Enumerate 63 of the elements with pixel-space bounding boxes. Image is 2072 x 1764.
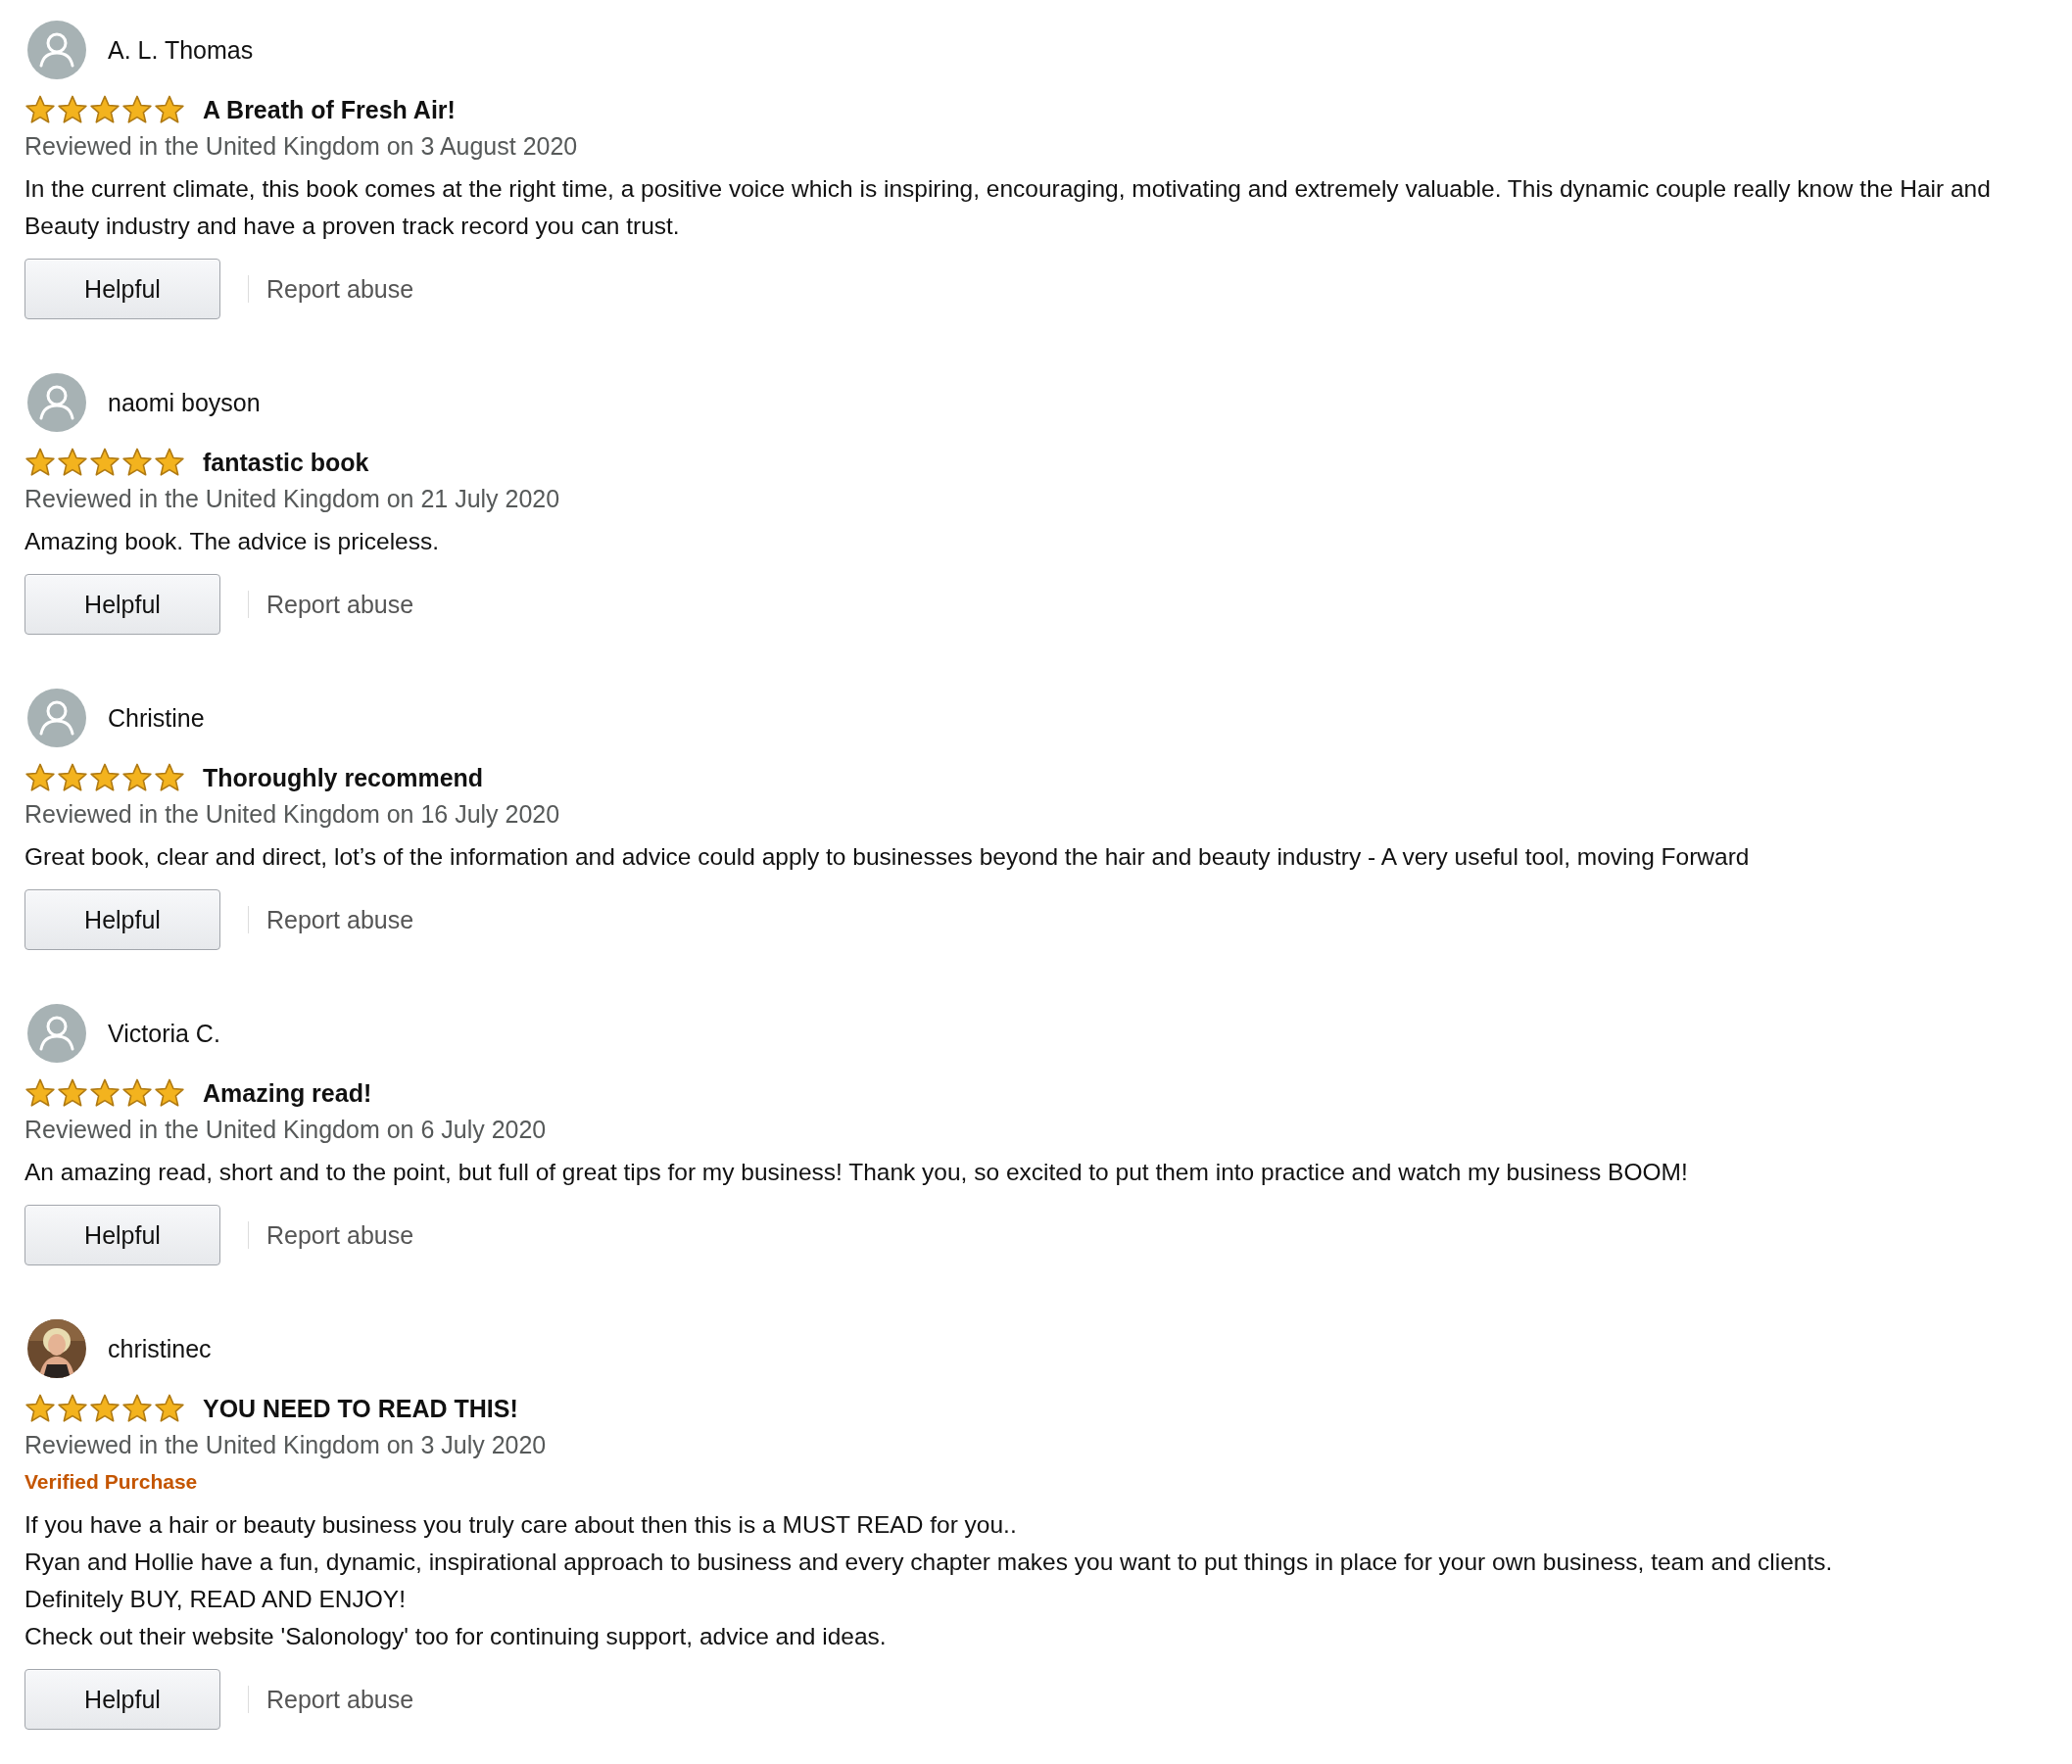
helpful-button[interactable]: Helpful [24, 259, 220, 319]
review-date: Reviewed in the United Kingdom on 21 July 2020 [24, 484, 561, 514]
author-name[interactable]: christinec [108, 1334, 212, 1363]
star-icon [24, 1077, 56, 1109]
review-text: Amazing book. The advice is priceless. [24, 527, 441, 556]
star-icon [24, 447, 56, 478]
helpful-button[interactable]: Helpful [24, 1669, 220, 1730]
star-icon [89, 762, 120, 793]
star-icon [154, 447, 185, 478]
star-icon [57, 447, 88, 478]
star-icon [57, 94, 88, 125]
author-name[interactable]: A. L. Thomas [108, 35, 254, 65]
avatar-icon [27, 21, 86, 79]
star-icon [89, 447, 120, 478]
avatar-icon [27, 689, 86, 747]
verified-purchase-label: Verified Purchase [24, 1469, 199, 1495]
avatar-icon [27, 373, 86, 432]
review-title[interactable]: fantastic book [203, 448, 369, 477]
star-icon [154, 1077, 185, 1109]
review-text: Check out their website 'Salonology' too for continuing support, advice and ideas. [24, 1622, 888, 1651]
avatar-icon [27, 1004, 86, 1063]
star-icon [89, 1077, 120, 1109]
star-icon [154, 94, 185, 125]
report-abuse-link[interactable]: Report abuse [266, 1685, 414, 1714]
review-date: Reviewed in the United Kingdom on 3 July 2020 [24, 1430, 548, 1460]
author-name[interactable]: Christine [108, 703, 205, 733]
star-icon [121, 447, 153, 478]
author-name[interactable]: Victoria C. [108, 1019, 220, 1048]
review-title[interactable]: Thoroughly recommend [203, 763, 484, 792]
review-date: Reviewed in the United Kingdom on 6 July 2020 [24, 1115, 548, 1145]
star-icon [154, 762, 185, 793]
star-icon [57, 762, 88, 793]
review-text: Great book, clear and direct, lot’s of the information and advice could apply to businesses beyond the hair and beauty industry - A very useful tool, moving Forward [24, 842, 1751, 872]
report-abuse-link[interactable]: Report abuse [266, 1220, 414, 1250]
star-icon [121, 762, 153, 793]
review-text: An amazing read, short and to the point, but full of great tips for my business! Thank you, so excited to put them into practice and watch my business BOOM! [24, 1158, 1689, 1187]
star-icon [89, 1393, 120, 1424]
helpful-button[interactable]: Helpful [24, 1205, 220, 1265]
review-date: Reviewed in the United Kingdom on 3 August 2020 [24, 131, 579, 162]
report-abuse-link[interactable]: Report abuse [266, 905, 414, 934]
star-icon [121, 1393, 153, 1424]
review-title[interactable]: Amazing read! [203, 1078, 372, 1108]
star-icon [24, 1393, 56, 1424]
star-icon [57, 1077, 88, 1109]
star-icon [154, 1393, 185, 1424]
report-abuse-link[interactable]: Report abuse [266, 274, 414, 304]
helpful-button[interactable]: Helpful [24, 889, 220, 950]
star-icon [121, 94, 153, 125]
star-icon [57, 1393, 88, 1424]
author-name[interactable]: naomi boyson [108, 388, 261, 417]
review-title[interactable]: YOU NEED TO READ THIS! [203, 1394, 518, 1423]
helpful-button[interactable]: Helpful [24, 574, 220, 635]
star-icon [24, 94, 56, 125]
review-date: Reviewed in the United Kingdom on 16 July 2020 [24, 799, 561, 830]
review-text: Ryan and Hollie have a fun, dynamic, inspirational approach to business and every chapter makes you want to put things in place for your own business, team and clients. [24, 1548, 1834, 1577]
review-title[interactable]: A Breath of Fresh Air! [203, 95, 456, 124]
star-icon [24, 762, 56, 793]
review-text: Definitely BUY, READ AND ENJOY! [24, 1585, 407, 1614]
review-text: If you have a hair or beauty business you truly care about then this is a MUST READ for you.. [24, 1510, 1018, 1540]
report-abuse-link[interactable]: Report abuse [266, 590, 414, 619]
star-icon [121, 1077, 153, 1109]
review-text: In the current climate, this book comes at the right time, a positive voice which is inspiring, encouraging, motivating and extremely valuable. This dynamic couple really know the Hair and Beauty industry and have a proven track record you can trust. [24, 174, 1992, 241]
star-icon [89, 94, 120, 125]
